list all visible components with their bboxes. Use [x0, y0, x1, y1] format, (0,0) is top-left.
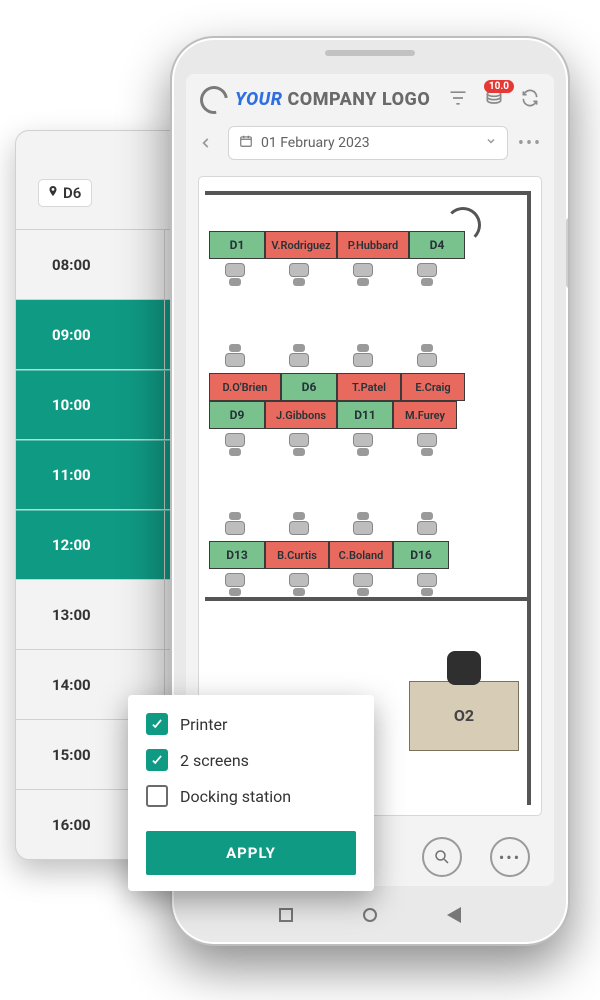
checkbox[interactable] — [146, 749, 168, 771]
wall-right — [527, 191, 531, 805]
apply-button[interactable]: APPLY — [146, 831, 356, 875]
time-slot[interactable]: 08:00 — [16, 230, 184, 300]
chair-icon — [221, 573, 249, 597]
phone-side-button — [566, 218, 570, 288]
logo-text-company: COMPANY LOGO — [288, 89, 431, 110]
company-logo: YOUR COMPANY LOGO — [200, 86, 430, 114]
filter-option[interactable]: 2 screens — [146, 749, 356, 771]
chair-icon — [221, 263, 249, 287]
selected-desk-label: D6 — [63, 184, 81, 202]
chair-icon — [285, 573, 313, 597]
desk-d16[interactable]: D16 — [393, 541, 449, 569]
date-text: 01 February 2023 — [261, 135, 370, 151]
coins-badge: 10.0 — [484, 80, 514, 93]
chair-icon — [413, 573, 441, 597]
date-field[interactable]: 01 February 2023 — [228, 126, 508, 160]
nav-recent-icon[interactable] — [279, 908, 293, 922]
time-slot[interactable]: 09:00 — [16, 300, 184, 370]
desk-occupied[interactable]: M.Furey — [393, 401, 457, 429]
filter-option-label: Docking station — [180, 787, 291, 806]
chair-icon — [221, 511, 249, 535]
desk-occupied[interactable]: C.Boland — [329, 541, 393, 569]
filter-popover: Printer 2 screens Docking station APPLY — [128, 695, 374, 891]
desk-occupied[interactable]: T.Patel — [337, 373, 401, 401]
time-slot[interactable]: 12:00 — [16, 510, 184, 580]
chair-icon — [285, 433, 313, 457]
desk-d1[interactable]: D1 — [209, 231, 265, 259]
time-slot[interactable]: 13:00 — [16, 580, 184, 650]
time-slot[interactable]: 10:00 — [16, 370, 184, 440]
phone-speaker — [325, 50, 415, 56]
door-arc — [445, 207, 481, 243]
desk-row-1: D1V.RodriguezP.HubbardD4 — [209, 231, 465, 259]
desk-d9[interactable]: D9 — [209, 401, 265, 429]
wall-mid — [205, 597, 531, 601]
chair-icon — [413, 263, 441, 287]
filter-option[interactable]: Docking station — [146, 785, 356, 807]
desk-d11[interactable]: D11 — [337, 401, 393, 429]
chair-icon — [413, 511, 441, 535]
chair-icon — [285, 511, 313, 535]
desk-occupied[interactable]: E.Craig — [401, 373, 465, 401]
desk-occupied[interactable]: J.Gibbons — [265, 401, 337, 429]
chair-icon — [349, 573, 377, 597]
desk-row-3: D13B.CurtisC.BolandD16 — [209, 541, 449, 569]
office-chair-right — [447, 651, 481, 685]
filter-icon[interactable] — [448, 88, 468, 112]
chair-icon — [285, 343, 313, 367]
nav-back-icon[interactable] — [447, 907, 461, 923]
date-back-button[interactable] — [192, 129, 220, 157]
chevron-down-icon — [485, 135, 497, 151]
chair-icon — [413, 433, 441, 457]
coins-icon[interactable]: 10.0 — [484, 88, 504, 112]
desk-occupied[interactable]: D.O'Brien — [209, 373, 281, 401]
desk-occupied[interactable]: B.Curtis — [265, 541, 329, 569]
pin-icon — [47, 184, 59, 202]
office-label: O2 — [454, 706, 474, 725]
desk-row-2b: D9J.GibbonsD11M.Furey — [209, 401, 457, 429]
wall-top — [205, 191, 531, 195]
chair-icon — [221, 343, 249, 367]
chair-icon — [349, 433, 377, 457]
desk-occupied[interactable]: P.Hubbard — [337, 231, 409, 259]
office-o2[interactable]: O2 — [409, 681, 519, 751]
logo-text-your: YOUR — [235, 89, 283, 110]
checkbox[interactable] — [146, 785, 168, 807]
calendar-icon — [239, 134, 253, 152]
filter-option-label: Printer — [180, 715, 227, 734]
options-button[interactable]: ••• — [490, 837, 530, 877]
date-bar: 01 February 2023 ••• — [186, 122, 554, 170]
logo-arc-icon — [195, 81, 234, 120]
chair-icon — [413, 343, 441, 367]
chair-icon — [349, 263, 377, 287]
desk-row-2a: D.O'BrienD6T.PatelE.Craig — [209, 373, 465, 401]
chair-icon — [349, 511, 377, 535]
filter-option[interactable]: Printer — [146, 713, 356, 735]
selected-desk-chip[interactable]: D6 — [38, 179, 92, 207]
desk-d13[interactable]: D13 — [209, 541, 265, 569]
zoom-button[interactable] — [422, 837, 462, 877]
desk-occupied[interactable]: V.Rodriguez — [265, 231, 337, 259]
chair-icon — [285, 263, 313, 287]
chair-icon — [349, 343, 377, 367]
refresh-icon[interactable] — [520, 88, 540, 112]
checkbox[interactable] — [146, 713, 168, 735]
android-nav-keys — [172, 900, 568, 930]
nav-home-icon[interactable] — [363, 908, 377, 922]
filter-option-label: 2 screens — [180, 751, 249, 770]
chair-icon — [221, 433, 249, 457]
desk-d6[interactable]: D6 — [281, 373, 337, 401]
time-slot[interactable]: 11:00 — [16, 440, 184, 510]
more-button[interactable]: ••• — [516, 133, 544, 154]
top-bar: YOUR COMPANY LOGO 10.0 — [186, 74, 554, 122]
